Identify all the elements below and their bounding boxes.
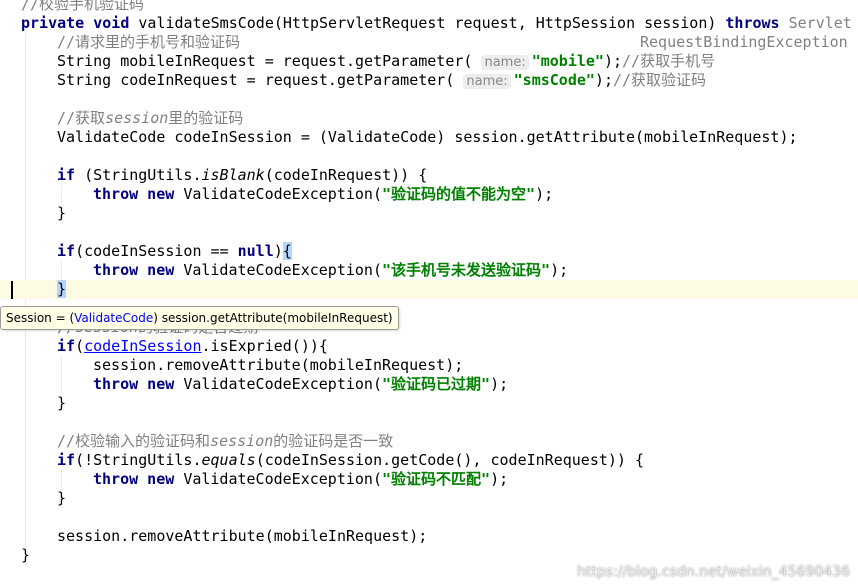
code-token: //获取手机号 <box>622 52 716 70</box>
code-token: session <box>210 432 274 450</box>
code-line: } <box>0 280 858 299</box>
code-token: ) <box>273 242 283 260</box>
code-token: ValidateCodeException( <box>183 185 382 203</box>
code-line: //校验手机验证码 <box>0 0 858 14</box>
tooltip-suffix: ) session.getAttribute(mobileInRequest) <box>153 311 393 325</box>
parameter-hint: name: <box>481 55 529 70</box>
code-token: session <box>105 109 169 127</box>
code-line: if(codeInSession.isExpried()){ <box>0 337 858 356</box>
code-token: "smsCode" <box>513 71 595 89</box>
tooltip-type-link[interactable]: ValidateCode <box>74 311 153 325</box>
code-line: } <box>0 489 858 508</box>
code-token: } <box>57 204 67 222</box>
code-line: throw new ValidateCodeException("验证码的值不能… <box>0 185 858 204</box>
code-token: } <box>21 546 31 564</box>
code-line: ValidateCode codeInSession = (ValidateCo… <box>0 128 858 147</box>
code-token: "验证码不匹配" <box>382 470 491 488</box>
code-line: throw new ValidateCodeException("该手机号未发送… <box>0 261 858 280</box>
code-token: ); <box>594 71 613 89</box>
code-token: ); <box>535 185 554 203</box>
code-token: (codeInSession.getCode(), codeInRequest)… <box>255 451 645 469</box>
code-line: //校验输入的验证码和session的验证码是否一致 <box>0 432 858 451</box>
code-line: } <box>0 546 858 565</box>
code-token: (codeInRequest)) { <box>264 166 428 184</box>
code-token: String codeInRequest = request.getParame… <box>57 71 464 89</box>
code-token[interactable]: codeInSession <box>84 337 201 355</box>
code-line: } <box>0 204 858 223</box>
code-line: if(codeInSession == null){ <box>0 242 858 261</box>
code-token: if <box>57 451 76 469</box>
code-token: isBlank <box>201 166 265 184</box>
code-line: //请求里的手机号和验证码 <box>0 33 858 52</box>
code-line: throw new ValidateCodeException("验证码已过期"… <box>0 375 858 394</box>
code-token: "验证码已过期" <box>382 375 491 393</box>
code-token: ValidateCodeException( <box>183 470 382 488</box>
code-token: (codeInSession == <box>75 242 238 260</box>
code-token: throw new <box>93 261 184 279</box>
code-token: ValidateCodeException( <box>183 375 382 393</box>
code-token: (!StringUtils. <box>75 451 202 469</box>
code-token: null <box>237 242 274 260</box>
code-line: if (StringUtils.isBlank(codeInRequest)) … <box>0 166 858 185</box>
code-line: session.removeAttribute(mobileInRequest)… <box>0 527 858 546</box>
code-token: 的验证码是否一致 <box>273 432 394 450</box>
code-line: throw new ValidateCodeException("验证码不匹配"… <box>0 470 858 489</box>
code-token: //请求里的手机号和验证码 <box>57 33 241 51</box>
code-token: throw new <box>93 470 184 488</box>
code-token: //获取验证码 <box>612 71 707 89</box>
code-token: } <box>57 394 67 412</box>
code-token: ); <box>603 52 623 70</box>
code-line: //获取session里的验证码 <box>0 109 858 128</box>
code-token: if <box>57 166 85 184</box>
code-token: "mobile" <box>531 52 604 70</box>
code-token: private void <box>21 14 139 32</box>
code-token: "该手机号未发送验证码" <box>382 261 551 279</box>
code-token: //校验手机验证码 <box>21 0 145 13</box>
code-editor[interactable]: //校验手机验证码 private void validateSmsCode(Ht… <box>0 0 858 588</box>
code-token: .isExpried()){ <box>201 337 328 355</box>
tooltip-prefix: Session = ( <box>6 311 75 325</box>
code-token: throw new <box>93 185 184 203</box>
code-token: throw new <box>93 375 184 393</box>
quick-info-tooltip: Session = (ValidateCode) session.getAttr… <box>0 306 399 330</box>
code-token: ValidateCode codeInSession = (ValidateCo… <box>57 128 798 146</box>
code-token: ( <box>75 337 85 355</box>
code-token: } <box>57 280 67 298</box>
code-token: if <box>57 337 76 355</box>
code-token: ValidateCodeException( <box>183 261 382 279</box>
code-token: "验证码的值不能为空" <box>382 185 536 203</box>
text-caret <box>11 281 13 299</box>
code-token: session.removeAttribute(mobileInRequest)… <box>93 356 464 374</box>
code-line: if(!StringUtils.equals(codeInSession.get… <box>0 451 858 470</box>
parameter-hint: name: <box>463 74 511 89</box>
code-token: (StringUtils. <box>84 166 202 184</box>
code-token: //获取 <box>57 109 106 127</box>
code-token: String mobileInRequest = request.getPara… <box>57 52 482 70</box>
code-line: String codeInRequest = request.getParame… <box>0 71 858 91</box>
code-line: } <box>0 394 858 413</box>
code-token: throws <box>725 14 789 32</box>
code-token: session.removeAttribute(mobileInRequest)… <box>57 527 428 545</box>
code-token: { <box>282 242 292 260</box>
code-token: ); <box>490 470 509 488</box>
code-token: //校验输入的验证码和 <box>57 432 211 450</box>
code-token: equals <box>201 451 256 469</box>
code-token: if <box>57 242 76 260</box>
code-token: ); <box>490 375 509 393</box>
code-line: String mobileInRequest = request.getPara… <box>0 52 858 72</box>
code-token: validateSmsCode(HttpServletRequest reque… <box>138 14 726 32</box>
code-line: session.removeAttribute(mobileInRequest)… <box>0 356 858 375</box>
code-token: ); <box>550 261 569 279</box>
code-token: } <box>57 489 67 507</box>
watermark: https://blog.csdn.net/weixin_45690436 <box>576 564 850 580</box>
code-token: 里的验证码 <box>168 109 244 127</box>
